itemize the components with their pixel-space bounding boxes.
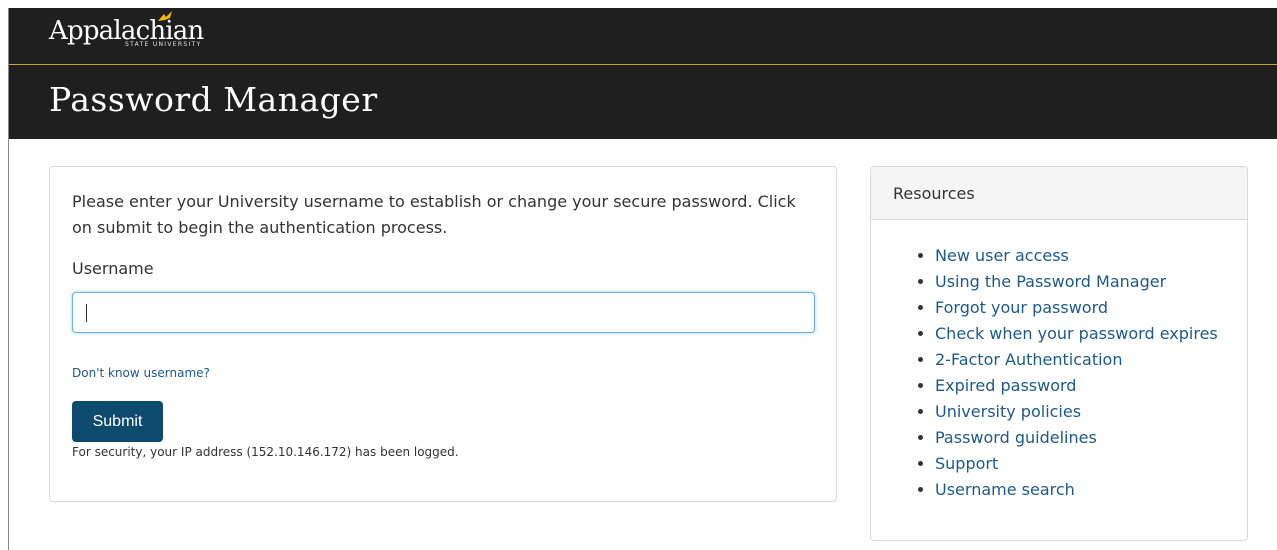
resource-link-username-search[interactable]: Username search: [935, 480, 1075, 499]
text-caret: [86, 304, 87, 322]
list-item: 2-Factor Authentication: [935, 349, 1218, 375]
resource-link-password-guidelines[interactable]: Password guidelines: [935, 428, 1097, 447]
list-item: Username search: [935, 479, 1218, 505]
top-header-bar: Appalachian STATE UNIVERSITY: [9, 8, 1277, 64]
list-item: New user access: [935, 245, 1218, 271]
username-form-panel: Please enter your University username to…: [49, 166, 837, 502]
list-item: Using the Password Manager: [935, 271, 1218, 297]
resource-link-check-password-expiry[interactable]: Check when your password expires: [935, 324, 1218, 343]
list-item: Expired password: [935, 375, 1218, 401]
resources-title: Resources: [871, 167, 1247, 220]
username-label: Username: [72, 259, 154, 278]
resource-link-new-user-access[interactable]: New user access: [935, 246, 1069, 265]
username-input[interactable]: [72, 292, 815, 333]
security-note: For security, your IP address (152.10.14…: [72, 445, 459, 459]
list-item: Password guidelines: [935, 427, 1218, 453]
browser-page: Appalachian STATE UNIVERSITY Password Ma…: [8, 8, 1277, 550]
resources-list: New user access Using the Password Manag…: [871, 245, 1218, 505]
resource-link-using-password-manager[interactable]: Using the Password Manager: [935, 272, 1166, 291]
intro-text: Please enter your University username to…: [72, 192, 796, 237]
list-item: Support: [935, 453, 1218, 479]
resource-link-expired-password[interactable]: Expired password: [935, 376, 1076, 395]
mountain-peak-icon: [158, 11, 172, 21]
submit-button[interactable]: Submit: [72, 401, 163, 442]
page-title: Password Manager: [49, 80, 378, 119]
resource-link-forgot-password[interactable]: Forgot your password: [935, 298, 1108, 317]
list-item: University policies: [935, 401, 1218, 427]
resources-panel: Resources New user access Using the Pass…: [870, 166, 1248, 541]
list-item: Forgot your password: [935, 297, 1218, 323]
list-item: Check when your password expires: [935, 323, 1218, 349]
title-bar: Password Manager: [9, 65, 1277, 139]
resource-link-university-policies[interactable]: University policies: [935, 402, 1081, 421]
dont-know-username-link[interactable]: Don't know username?: [72, 366, 210, 380]
appalachian-logo[interactable]: Appalachian STATE UNIVERSITY: [49, 11, 204, 48]
resource-link-support[interactable]: Support: [935, 454, 998, 473]
resource-link-2-factor-authentication[interactable]: 2-Factor Authentication: [935, 350, 1122, 369]
